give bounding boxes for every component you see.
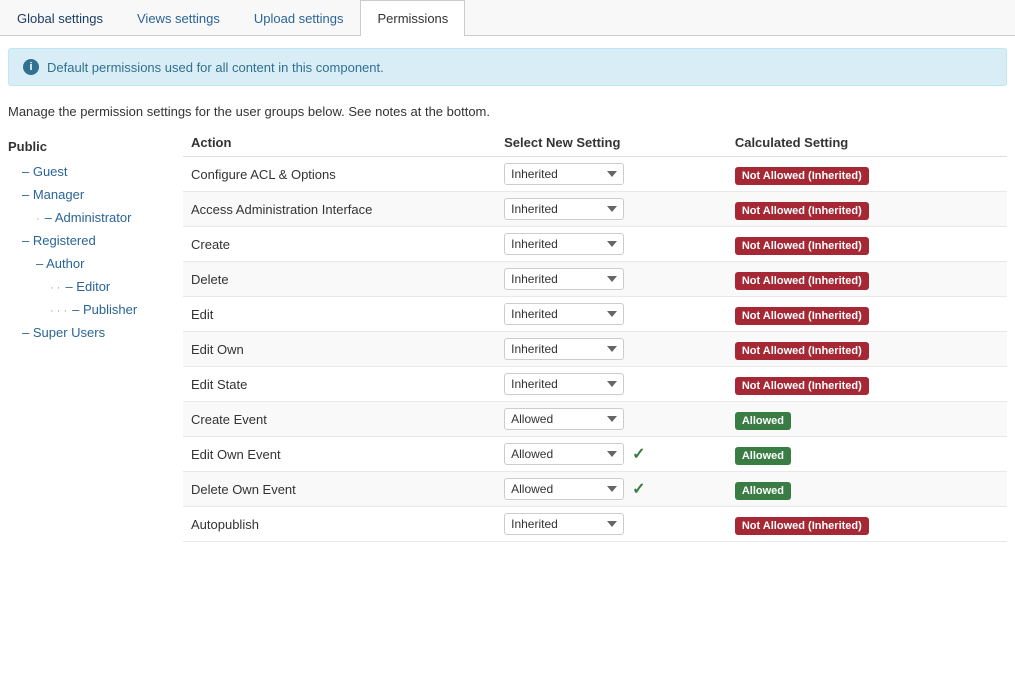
select-edit-own-event[interactable]: InheritedAllowedDenied: [504, 443, 624, 465]
table-row: Edit Own Event InheritedAllowedDenied ✓ All…: [183, 437, 1007, 472]
select-edit-state[interactable]: InheritedAllowedDenied: [504, 373, 624, 395]
select-cell-configure-acl: InheritedAllowedDenied: [496, 157, 727, 192]
sidebar-item-publisher[interactable]: · · · – Publisher: [8, 298, 173, 321]
select-access-admin[interactable]: InheritedAllowedDenied: [504, 198, 624, 220]
tab-views-settings[interactable]: Views settings: [120, 0, 237, 36]
sidebar-item-manager[interactable]: – Manager: [8, 183, 173, 206]
select-edit-own[interactable]: InheritedAllowedDenied: [504, 338, 624, 360]
calculated-badge-access-admin: Not Allowed (Inherited): [735, 202, 869, 220]
calculated-cell-access-admin: Not Allowed (Inherited): [727, 192, 1007, 227]
table-row: Delete Own Event InheritedAllowedDenied ✓ A…: [183, 472, 1007, 507]
header-select: Select New Setting: [496, 129, 727, 157]
select-cell-create-event: InheritedAllowedDenied: [496, 402, 727, 437]
info-banner: i Default permissions used for all conte…: [8, 48, 1007, 86]
select-create-event[interactable]: InheritedAllowedDenied: [504, 408, 624, 430]
select-cell-delete: InheritedAllowedDenied: [496, 262, 727, 297]
tab-upload-settings[interactable]: Upload settings: [237, 0, 361, 36]
check-icon-delete-own-event: ✓: [632, 479, 645, 499]
action-cell-edit-own: Edit Own: [183, 332, 496, 367]
calculated-badge-autopublish: Not Allowed (Inherited): [735, 517, 869, 535]
table-row: Create Event InheritedAllowedDenied Allowe…: [183, 402, 1007, 437]
sidebar: Public – Guest– Manager· – Administrator…: [8, 129, 183, 542]
sidebar-item-guest[interactable]: – Guest: [8, 160, 173, 183]
calculated-badge-edit: Not Allowed (Inherited): [735, 307, 869, 325]
select-configure-acl[interactable]: InheritedAllowedDenied: [504, 163, 624, 185]
header-action: Action: [183, 129, 496, 157]
select-delete-own-event[interactable]: InheritedAllowedDenied: [504, 478, 624, 500]
info-icon: i: [23, 59, 39, 75]
sidebar-item-super-users[interactable]: – Super Users: [8, 321, 173, 344]
check-icon-edit-own-event: ✓: [632, 444, 645, 464]
select-create[interactable]: InheritedAllowedDenied: [504, 233, 624, 255]
tabs-container: Global settingsViews settingsUpload sett…: [0, 0, 1015, 36]
tab-bar: Global settingsViews settingsUpload sett…: [0, 0, 1015, 36]
sidebar-item-administrator[interactable]: · – Administrator: [8, 206, 173, 229]
table-row: Access Administration Interface Inherited…: [183, 192, 1007, 227]
calculated-badge-create: Not Allowed (Inherited): [735, 237, 869, 255]
main-content: Public – Guest– Manager· – Administrator…: [0, 129, 1015, 542]
info-message: Default permissions used for all content…: [47, 60, 384, 75]
action-cell-create: Create: [183, 227, 496, 262]
calculated-badge-delete-own-event: Allowed: [735, 482, 791, 500]
action-cell-access-admin: Access Administration Interface: [183, 192, 496, 227]
calculated-cell-delete-own-event: Allowed: [727, 472, 1007, 507]
sidebar-item-registered[interactable]: – Registered: [8, 229, 173, 252]
calculated-cell-create-event: Allowed: [727, 402, 1007, 437]
select-edit[interactable]: InheritedAllowedDenied: [504, 303, 624, 325]
select-cell-create: InheritedAllowedDenied: [496, 227, 727, 262]
select-cell-edit-own: InheritedAllowedDenied: [496, 332, 727, 367]
table-row: Edit InheritedAllowedDenied Not Allowed (I…: [183, 297, 1007, 332]
description-text: Manage the permission settings for the u…: [0, 98, 1015, 129]
calculated-badge-edit-own-event: Allowed: [735, 447, 791, 465]
calculated-cell-configure-acl: Not Allowed (Inherited): [727, 157, 1007, 192]
permissions-table: Action Select New Setting Calculated Set…: [183, 129, 1007, 542]
table-row: Edit State InheritedAllowedDenied Not Allo…: [183, 367, 1007, 402]
calculated-cell-edit-state: Not Allowed (Inherited): [727, 367, 1007, 402]
select-autopublish[interactable]: InheritedAllowedDenied: [504, 513, 624, 535]
calculated-cell-edit-own-event: Allowed: [727, 437, 1007, 472]
action-cell-edit-own-event: Edit Own Event: [183, 437, 496, 472]
table-row: Create InheritedAllowedDenied Not Allowed …: [183, 227, 1007, 262]
table-row: Edit Own InheritedAllowedDenied Not Allowe…: [183, 332, 1007, 367]
calculated-badge-edit-state: Not Allowed (Inherited): [735, 377, 869, 395]
calculated-cell-create: Not Allowed (Inherited): [727, 227, 1007, 262]
select-cell-autopublish: InheritedAllowedDenied: [496, 507, 727, 542]
table-row: Autopublish InheritedAllowedDenied Not All…: [183, 507, 1007, 542]
select-delete[interactable]: InheritedAllowedDenied: [504, 268, 624, 290]
sidebar-item-author[interactable]: – Author: [8, 252, 173, 275]
calculated-badge-edit-own: Not Allowed (Inherited): [735, 342, 869, 360]
sidebar-title: Public: [8, 133, 173, 160]
tab-global-settings[interactable]: Global settings: [0, 0, 120, 36]
select-cell-edit: InheritedAllowedDenied: [496, 297, 727, 332]
select-cell-access-admin: InheritedAllowedDenied: [496, 192, 727, 227]
table-row: Configure ACL & Options InheritedAllowedD…: [183, 157, 1007, 192]
action-cell-edit-state: Edit State: [183, 367, 496, 402]
calculated-badge-delete: Not Allowed (Inherited): [735, 272, 869, 290]
table-row: Delete InheritedAllowedDenied Not Allowed …: [183, 262, 1007, 297]
calculated-cell-delete: Not Allowed (Inherited): [727, 262, 1007, 297]
select-cell-edit-own-event: InheritedAllowedDenied ✓: [496, 437, 727, 472]
action-cell-edit: Edit: [183, 297, 496, 332]
select-cell-edit-state: InheritedAllowedDenied: [496, 367, 727, 402]
action-cell-delete-own-event: Delete Own Event: [183, 472, 496, 507]
select-cell-delete-own-event: InheritedAllowedDenied ✓: [496, 472, 727, 507]
calculated-cell-edit: Not Allowed (Inherited): [727, 297, 1007, 332]
action-cell-configure-acl: Configure ACL & Options: [183, 157, 496, 192]
calculated-cell-edit-own: Not Allowed (Inherited): [727, 332, 1007, 367]
tab-permissions[interactable]: Permissions: [360, 0, 465, 36]
calculated-badge-create-event: Allowed: [735, 412, 791, 430]
calculated-cell-autopublish: Not Allowed (Inherited): [727, 507, 1007, 542]
action-cell-create-event: Create Event: [183, 402, 496, 437]
permissions-tbody: Configure ACL & Options InheritedAllowedD…: [183, 157, 1007, 542]
action-cell-autopublish: Autopublish: [183, 507, 496, 542]
header-calculated: Calculated Setting: [727, 129, 1007, 157]
calculated-badge-configure-acl: Not Allowed (Inherited): [735, 167, 869, 185]
sidebar-item-editor[interactable]: · · – Editor: [8, 275, 173, 298]
action-cell-delete: Delete: [183, 262, 496, 297]
